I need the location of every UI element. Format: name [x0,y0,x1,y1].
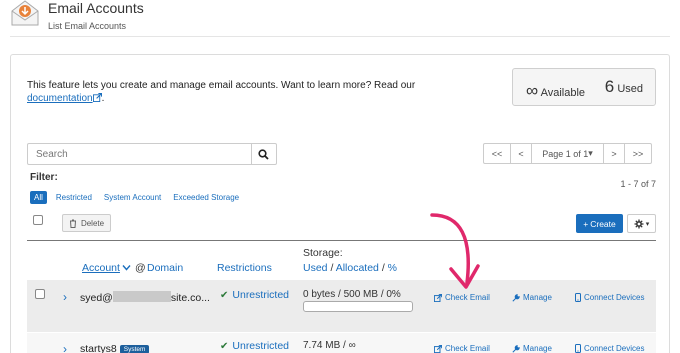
connect-devices-label: Connect Devices [584,344,645,353]
create-label: Create [590,218,616,229]
expand-row-icon[interactable]: › [63,342,67,353]
gear-icon [634,219,644,228]
manage-link[interactable]: Manage [512,344,552,353]
column-storage-title: Storage: [303,247,343,259]
stats-box: ∞ Available 6 Used [512,68,656,106]
storage-progress-bar [303,301,413,312]
column-at-separator: @ [135,262,146,274]
available-label: Available [540,87,586,99]
account-name[interactable]: startys8 System [80,343,150,353]
results-range: 1 - 7 of 7 [620,179,656,189]
search-box [27,143,277,165]
row-checkbox[interactable] [35,289,45,299]
filter-label: Filter: [30,172,58,183]
account-name[interactable]: syed@ site.co... [80,291,210,304]
email-accounts-icon [11,0,39,26]
restriction-status: ✔ Unrestricted [220,289,289,301]
intro-description: This feature lets you create and manage … [27,80,416,91]
account-prefix: startys8 [80,343,117,353]
mobile-icon [575,293,581,302]
caret-down-icon: ▾ [588,148,593,158]
check-email-link[interactable]: Check Email [434,344,490,353]
used-count: 6 [604,77,615,96]
wrench-icon [512,293,520,302]
filter-options: All Restricted System Account Exceeded S… [30,191,251,204]
system-badge: System [119,345,150,353]
column-account-label: Account [82,262,120,274]
restriction-status: ✔ Unrestricted [220,340,289,352]
redacted-block [112,291,171,302]
checkmark-icon: ✔ [220,341,229,352]
column-account[interactable]: Account [82,262,131,274]
checkmark-icon: ✔ [220,290,229,301]
delete-button[interactable]: Delete [62,214,111,232]
connect-devices-link[interactable]: Connect Devices [575,293,644,302]
filter-restricted[interactable]: Restricted [56,193,92,202]
page-select[interactable]: Page 1 of 1 ▾ [531,143,604,164]
search-icon [258,148,269,160]
restriction-label: Unrestricted [232,340,289,352]
sort-allocated[interactable]: Allocated [336,262,379,274]
delete-label: Delete [80,218,105,228]
next-page-button[interactable]: > [603,143,625,164]
column-restrictions[interactable]: Restrictions [217,262,272,274]
infinity-icon: ∞ [526,81,539,100]
prev-page-button[interactable]: < [510,143,532,164]
page-title: Email Accounts [48,0,144,16]
connect-devices-link[interactable]: Connect Devices [575,344,644,353]
trash-icon [69,219,76,228]
first-page-button[interactable]: << [483,143,511,164]
storage-usage: 0 bytes / 500 MB / 0% [303,289,401,300]
column-storage-sort: Used / Allocated / % [303,262,397,274]
plus-icon: + [583,218,589,229]
used-label: Used [617,83,643,95]
connect-devices-label: Connect Devices [584,293,645,302]
restriction-label: Unrestricted [232,289,289,301]
select-all-checkbox[interactable] [33,215,43,225]
filter-system-account[interactable]: System Account [104,193,161,202]
table-top-border [27,240,656,241]
filter-all[interactable]: All [30,191,47,204]
sort-used[interactable]: Used [303,262,328,274]
account-suffix: site.co... [170,292,210,304]
sort-separator: / [381,262,385,274]
column-domain[interactable]: Domain [147,262,183,274]
search-button[interactable] [251,144,276,164]
pagination: << < Page 1 of 1 ▾ > >> [483,143,652,164]
manage-link[interactable]: Manage [512,293,552,302]
page-header: Email Accounts List Email Accounts [0,0,680,36]
check-email-label: Check Email [445,344,490,353]
wrench-icon [512,344,520,353]
header-divider [10,36,670,37]
page-subtitle: List Email Accounts [48,21,127,31]
mobile-icon [575,344,581,353]
intro-text: This feature lets you create and manage … [27,79,447,105]
external-link-icon [92,93,102,102]
sort-down-icon [122,265,131,271]
settings-menu-button[interactable]: ▾ [627,214,656,233]
manage-label: Manage [523,293,552,302]
filter-exceeded-storage[interactable]: Exceeded Storage [173,193,239,202]
documentation-link[interactable]: documentation [27,93,102,104]
annotation-arrow-icon [430,213,480,289]
expand-row-icon[interactable]: › [63,290,67,304]
last-page-button[interactable]: >> [624,143,652,164]
caret-down-icon: ▾ [645,220,650,228]
sort-percent[interactable]: % [388,262,397,274]
manage-label: Manage [523,344,552,353]
create-button[interactable]: + Create [576,214,623,233]
search-input[interactable] [28,144,252,164]
sort-separator: / [330,262,334,274]
external-link-icon [434,344,442,353]
available-stat: ∞ Available [526,81,585,101]
storage-usage: 7.74 MB / ∞ [303,340,356,351]
account-prefix: syed@ [80,292,113,304]
used-stat: 6 Used [605,77,643,97]
intro-suffix: . [101,93,105,104]
documentation-link-label: documentation [27,93,93,104]
page-select-label: Page 1 of 1 [542,148,589,159]
